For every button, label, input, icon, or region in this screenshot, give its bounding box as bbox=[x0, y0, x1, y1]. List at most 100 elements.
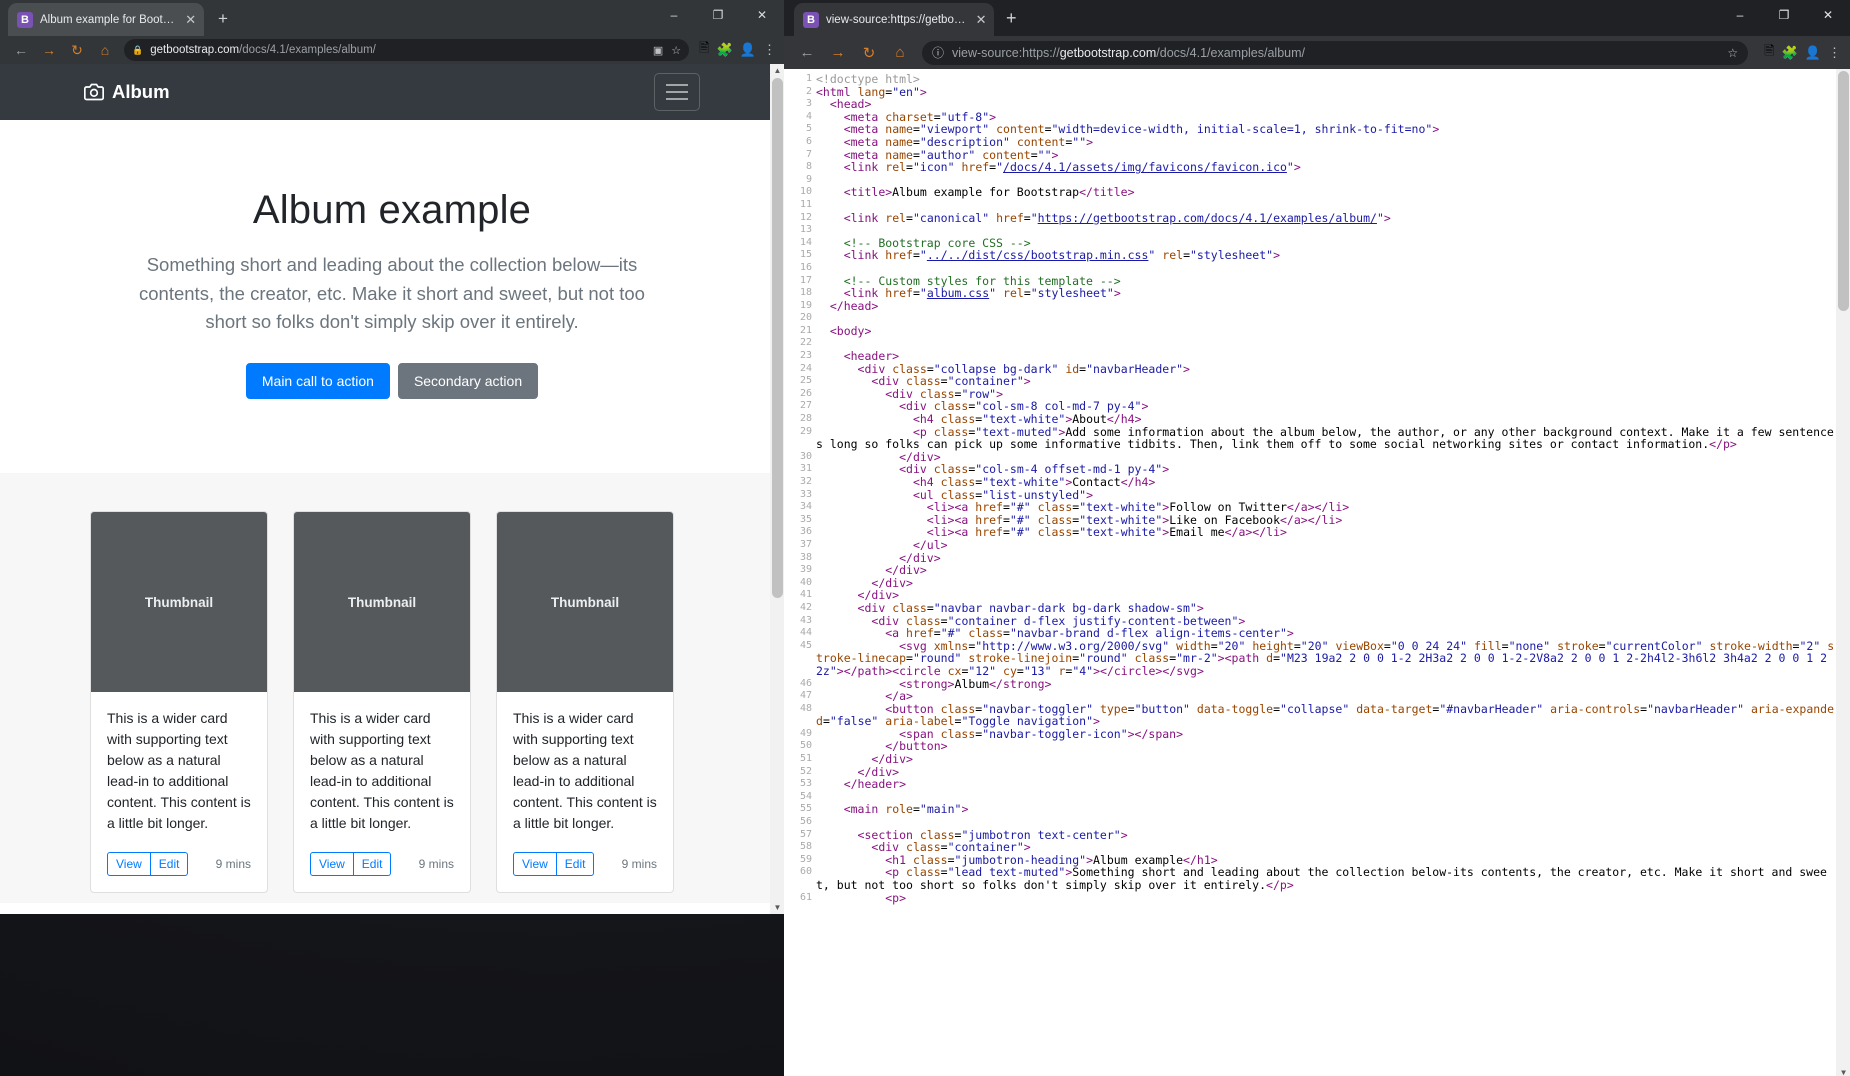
bookmark-star-icon[interactable]: ☆ bbox=[1727, 46, 1738, 60]
card-duration: 9 mins bbox=[621, 857, 657, 872]
line-number: 32 bbox=[799, 476, 812, 487]
info-circle-icon[interactable]: ⓘ bbox=[932, 44, 944, 61]
source-line: <!doctype html> bbox=[816, 72, 920, 86]
line-number: 44 bbox=[799, 627, 812, 639]
source-code-text[interactable]: <!doctype html> <html lang="en"> <head> <… bbox=[816, 69, 1836, 904]
close-window-icon[interactable]: ✕ bbox=[740, 0, 784, 30]
source-scrollbar[interactable]: ▲ ▼ bbox=[1836, 69, 1850, 1076]
close-icon[interactable]: ✕ bbox=[183, 12, 198, 28]
close-icon[interactable]: ✕ bbox=[974, 12, 988, 28]
browser-tab-album-example[interactable]: B Album example for Bootstrap ✕ bbox=[8, 3, 204, 36]
close-window-icon[interactable]: ✕ bbox=[1806, 0, 1850, 30]
translate-extension-icon[interactable]: 🖹 bbox=[1764, 42, 1774, 64]
card-thumbnail: Thumbnail bbox=[91, 512, 267, 693]
bookmark-star-icon[interactable]: ☆ bbox=[671, 44, 681, 57]
line-number: 27 bbox=[799, 400, 812, 412]
card-footer: View Edit 9 mins bbox=[513, 852, 657, 877]
page-scrollbar-left[interactable]: ▲ ▼ bbox=[770, 64, 784, 914]
puzzle-extension-icon[interactable]: 🧩 bbox=[1782, 45, 1798, 61]
translate-extension-icon[interactable]: 🖹 bbox=[699, 39, 709, 61]
menu-icon[interactable]: ⋮ bbox=[763, 42, 776, 58]
view-button[interactable]: View bbox=[107, 852, 151, 877]
reload-icon[interactable]: ↻ bbox=[64, 37, 90, 63]
back-icon[interactable]: ← bbox=[793, 39, 821, 67]
extension-area-right: 🖹 🧩 👤 ⋮ bbox=[1756, 42, 1841, 64]
address-bar-left[interactable]: 🔒 getbootstrap.com/docs/4.1/examples/alb… bbox=[124, 39, 690, 61]
edit-button[interactable]: Edit bbox=[556, 852, 595, 877]
tab-title: Album example for Bootstrap bbox=[40, 13, 177, 26]
scroll-up-arrow-icon[interactable]: ▲ bbox=[772, 64, 783, 77]
window-controls-left: – ❐ ✕ bbox=[652, 0, 784, 30]
view-button[interactable]: View bbox=[310, 852, 354, 877]
line-number: 5 bbox=[805, 123, 812, 135]
source-line: <html lang="en"> bbox=[816, 84, 927, 99]
new-tab-button[interactable]: + bbox=[218, 9, 228, 29]
scroll-down-arrow-icon[interactable]: ▼ bbox=[772, 901, 783, 914]
line-number: 34 bbox=[799, 501, 812, 513]
back-icon[interactable]: ← bbox=[8, 37, 34, 63]
card-body: This is a wider card with supporting tex… bbox=[497, 692, 673, 892]
minimize-icon[interactable]: – bbox=[1718, 0, 1762, 30]
line-number: 31 bbox=[799, 463, 812, 475]
window-controls-right: – ❐ ✕ bbox=[1718, 0, 1850, 30]
menu-icon[interactable]: ⋮ bbox=[1828, 45, 1841, 61]
view-button[interactable]: View bbox=[513, 852, 557, 877]
source-line: </div> bbox=[899, 550, 941, 565]
forward-icon[interactable]: → bbox=[36, 37, 62, 63]
line-number: 59 bbox=[799, 853, 812, 865]
source-line: </ul> bbox=[912, 537, 948, 552]
navbar-brand[interactable]: Album bbox=[84, 81, 170, 103]
browser-tab-view-source[interactable]: B view-source:https://getbootstrap ✕ bbox=[794, 3, 994, 36]
reload-icon[interactable]: ↻ bbox=[855, 39, 883, 67]
scrollbar-thumb[interactable] bbox=[1838, 71, 1849, 311]
line-number: 16 bbox=[799, 261, 812, 273]
source-line: </head> bbox=[829, 298, 879, 313]
line-number: 9 bbox=[805, 173, 812, 185]
source-line: <main role="main"> bbox=[843, 802, 969, 817]
avatar-icon[interactable]: 👤 bbox=[740, 42, 756, 58]
card-button-group: View Edit bbox=[107, 852, 189, 877]
edit-button[interactable]: Edit bbox=[353, 852, 392, 877]
card-text: This is a wider card with supporting tex… bbox=[310, 710, 454, 832]
scrollbar-thumb[interactable] bbox=[772, 78, 783, 598]
lock-icon: 🔒 bbox=[132, 44, 144, 55]
card-body: This is a wider card with supporting tex… bbox=[294, 692, 470, 892]
camera-icon bbox=[84, 82, 104, 102]
line-number: 15 bbox=[799, 249, 812, 261]
desktop-screen: B Album example for Bootstrap ✕ + – ❐ ✕ … bbox=[0, 0, 1850, 1076]
home-icon[interactable]: ⌂ bbox=[92, 37, 118, 63]
secondary-action-button[interactable]: Secondary action bbox=[397, 363, 539, 400]
maximize-icon[interactable]: ❐ bbox=[696, 0, 740, 30]
view-source-pane: 1 2 3 4 5 6 7 8 9 10 11 12 13 14 15 16 17 18 19 20 21 22 23 24 2… bbox=[784, 69, 1850, 1076]
edit-button[interactable]: Edit bbox=[150, 852, 189, 877]
card-footer: View Edit 9 mins bbox=[310, 852, 454, 877]
jumbotron-lead: Something short and leading about the co… bbox=[139, 254, 645, 333]
card-footer: View Edit 9 mins bbox=[107, 852, 251, 877]
bootstrap-favicon-icon: B bbox=[803, 11, 819, 28]
maximize-icon[interactable]: ❐ bbox=[1762, 0, 1806, 30]
source-line: <link rel="canonical" href="https://getb… bbox=[843, 210, 1391, 225]
source-line: <link href="../../dist/css/bootstrap.min… bbox=[843, 248, 1281, 263]
line-number: 40 bbox=[799, 576, 812, 588]
line-number: 24 bbox=[799, 362, 812, 374]
minimize-icon[interactable]: – bbox=[652, 0, 696, 30]
browser-toolbar-left: ← → ↻ ⌂ 🔒 getbootstrap.com/docs/4.1/exam… bbox=[0, 36, 784, 64]
avatar-icon[interactable]: 👤 bbox=[1805, 45, 1821, 61]
navbar-toggler-button[interactable] bbox=[654, 73, 700, 111]
home-icon[interactable]: ⌂ bbox=[886, 39, 914, 67]
address-bar-right[interactable]: ⓘ view-source:https://getbootstrap.com/d… bbox=[922, 40, 1749, 65]
source-line: <link rel="icon" href="/docs/4.1/assets/… bbox=[843, 160, 1301, 175]
source-line bbox=[816, 337, 1836, 350]
album-card: Thumbnail This is a wider card with supp… bbox=[496, 511, 674, 894]
forward-icon[interactable]: → bbox=[824, 39, 852, 67]
translate-icon[interactable]: ▣ bbox=[653, 44, 663, 57]
line-number: 20 bbox=[799, 312, 812, 324]
line-number: 26 bbox=[799, 387, 812, 399]
source-line: </button> bbox=[885, 739, 948, 754]
puzzle-extension-icon[interactable]: 🧩 bbox=[717, 42, 733, 58]
scroll-down-arrow-icon[interactable]: ▼ bbox=[1838, 1067, 1849, 1076]
card-text: This is a wider card with supporting tex… bbox=[107, 710, 251, 832]
new-tab-button[interactable]: + bbox=[1006, 8, 1017, 29]
main-call-to-action-button[interactable]: Main call to action bbox=[245, 363, 390, 400]
source-line: </div> bbox=[857, 764, 900, 779]
